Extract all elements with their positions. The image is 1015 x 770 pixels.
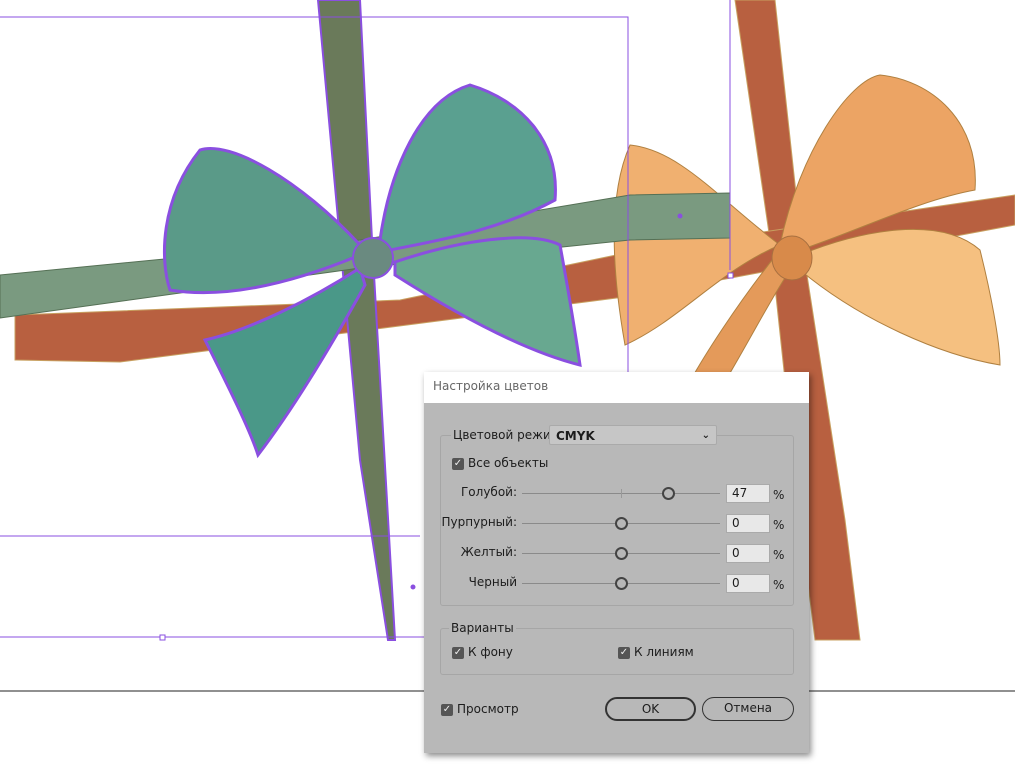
slider-center-tick — [621, 489, 622, 498]
ok-button[interactable]: OK — [605, 697, 696, 721]
to-fill-checkbox[interactable]: ✓ — [452, 647, 464, 659]
slider-track[interactable] — [522, 487, 720, 500]
variants-label: Варианты — [449, 621, 516, 635]
adjust-colors-dialog: Настройка цветов Цветовой режим: CMYK ⌄ ✓… — [424, 372, 809, 753]
percent-label: % — [773, 578, 785, 592]
slider-track[interactable] — [522, 517, 720, 530]
slider-label: Голубой: — [460, 485, 517, 499]
slider-track[interactable] — [522, 577, 720, 590]
to-stroke-label: К линиям — [634, 645, 694, 659]
percent-label: % — [773, 518, 785, 532]
color-mode-select[interactable]: CMYK ⌄ — [549, 425, 717, 445]
slider-value-input[interactable]: 0 — [726, 514, 770, 533]
slider-track[interactable] — [522, 547, 720, 560]
preview-label: Просмотр — [457, 702, 519, 716]
color-mode-value: CMYK — [556, 429, 595, 443]
chevron-down-icon: ⌄ — [701, 430, 710, 441]
percent-label: % — [773, 488, 785, 502]
percent-label: % — [773, 548, 785, 562]
to-stroke-checkbox[interactable]: ✓ — [618, 647, 630, 659]
slider-label: Черный — [468, 575, 517, 589]
slider-value-input[interactable]: 0 — [726, 544, 770, 563]
all-objects-checkbox[interactable]: ✓ — [452, 458, 464, 470]
to-fill-label: К фону — [468, 645, 513, 659]
slider-thumb[interactable] — [615, 577, 628, 590]
slider-label: Пурпурный: — [441, 515, 517, 529]
preview-checkbox[interactable]: ✓ — [441, 704, 453, 716]
slider-thumb[interactable] — [661, 487, 675, 500]
slider-thumb[interactable] — [615, 517, 628, 530]
dialog-title: Настройка цветов — [424, 372, 809, 403]
slider-thumb[interactable] — [615, 547, 628, 560]
slider-value-input[interactable]: 0 — [726, 574, 770, 593]
slider-value-input[interactable]: 47 — [726, 484, 770, 503]
all-objects-label: Все объекты — [468, 456, 549, 470]
slider-label: Желтый: — [460, 545, 517, 559]
cancel-button[interactable]: Отмена — [702, 697, 794, 721]
